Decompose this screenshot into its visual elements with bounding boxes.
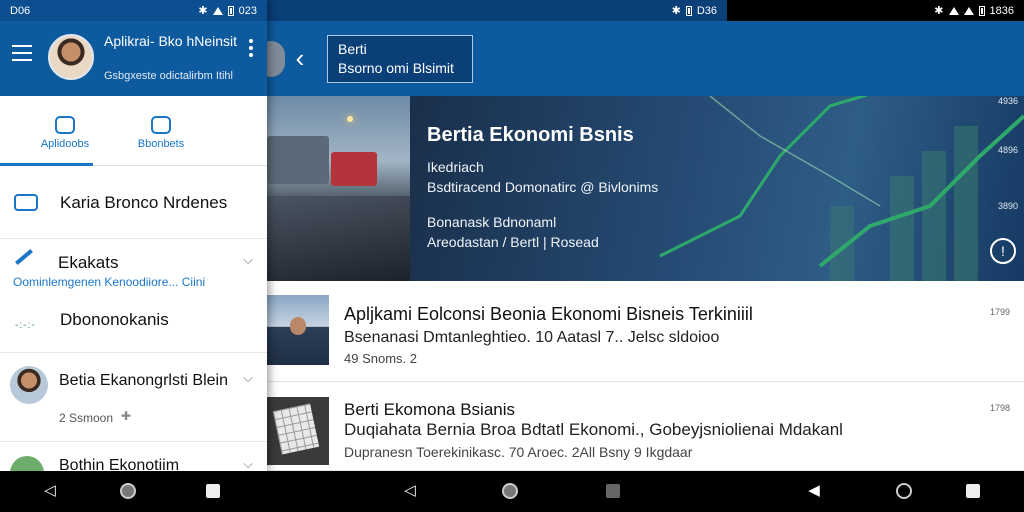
- back-icon[interactable]: ◁: [400, 481, 420, 501]
- news-thumbnail: [267, 397, 329, 465]
- status-time-middle: D36: [696, 4, 717, 17]
- back-icon[interactable]: ◀: [804, 481, 824, 501]
- user-email: Gsbgxeste odictalirbm Itihl: [104, 70, 233, 82]
- chevron-down-icon[interactable]: ⌵: [243, 370, 253, 386]
- bluetooth-icon: ✱: [671, 5, 681, 17]
- drawer-item-label: Ekakats: [58, 253, 119, 272]
- bluetooth-icon: ✱: [198, 5, 208, 17]
- list-item[interactable]: Apljkami Eolconsi Beonia Ekonomi Bisneis…: [267, 287, 1024, 382]
- hero-banner[interactable]: Bertia Ekonomi Bsnis Ikedriach Bsdtirace…: [267, 96, 1024, 281]
- tab-apps[interactable]: Aplidoobs: [0, 96, 93, 166]
- page-title: Berti Bsorno omi Blsimit: [327, 35, 473, 83]
- hero-title: Bertia Ekonomi Bsnis: [427, 124, 634, 146]
- news-title: Apljkami Eolconsi Beonia Ekonomi Bisneis…: [344, 304, 753, 324]
- drawer-item[interactable]: -:-:- Dbononokanis: [0, 298, 267, 353]
- bluetooth-icon: ✱: [934, 5, 944, 17]
- app-header: ‹ Berti Bsorno omi Blsimit: [257, 21, 1024, 96]
- news-count: 1798: [989, 403, 1010, 413]
- hero-tick-2: 4896: [997, 145, 1018, 155]
- chevron-down-icon[interactable]: ⌵: [243, 252, 253, 268]
- drawer-item[interactable]: Ekakats Oominlemgenen Kenoodiiore... Cii…: [0, 240, 267, 298]
- hero-line-2: Bsdtiracend Domonatirc @ Bivlonims: [427, 179, 659, 195]
- recents-icon[interactable]: [966, 484, 980, 498]
- signal-icon: [963, 6, 974, 15]
- tab-label: Aplidoobs: [40, 138, 90, 150]
- battery-icon: [978, 5, 985, 16]
- status-bar-left: D06 ✱ 023: [0, 0, 267, 21]
- list-item[interactable]: Berti Ekomona Bsianis Duqiahata Bernia B…: [267, 383, 1024, 471]
- drawer-tabs: Aplidoobs Bbonbets: [0, 96, 267, 166]
- pin-icon: ✚: [121, 409, 132, 423]
- news-meta: Dupranesn Toerekinikasc. 70 Aroec. 2All …: [344, 444, 693, 460]
- page-title-line1: Berti: [338, 41, 367, 57]
- camera-icon: [55, 116, 75, 134]
- system-nav-bar: ◁ ◁ ◀: [0, 471, 1024, 512]
- wifi-icon: [212, 6, 223, 15]
- chevron-down-icon[interactable]: ⌵: [243, 456, 253, 471]
- hero-line-1: Ikedriach: [427, 159, 484, 175]
- drawer-item-label: Betia Ekanongrlsti Blein: [59, 372, 228, 389]
- recents-icon[interactable]: [606, 484, 620, 498]
- navigation-drawer: D06 ✱ 023 Aplikrai- Bko hNeinsit Gsbgxes…: [0, 0, 267, 471]
- drawer-item[interactable]: Bothin Ekonotiim ⌵: [0, 442, 267, 471]
- battery-icon: [685, 5, 692, 16]
- hero-tick-3: 3890: [997, 201, 1018, 211]
- dots-icon: -:-:-: [15, 320, 36, 331]
- home-icon[interactable]: [896, 483, 912, 499]
- tab-bonus[interactable]: Bbonbets: [106, 96, 216, 166]
- user-name: Aplikrai- Bko hNeinsit: [104, 33, 238, 49]
- drawer-item-sub: Oominlemgenen Kenoodiiore... Ciini: [13, 275, 206, 289]
- back-arrow-icon[interactable]: ‹: [285, 43, 315, 73]
- news-count: 1799: [989, 307, 1010, 317]
- home-icon[interactable]: [502, 483, 518, 499]
- recents-icon[interactable]: [206, 484, 220, 498]
- news-meta: 49 Snoms. 2: [344, 351, 417, 366]
- status-bar-right: ✱ 1836: [727, 0, 1024, 21]
- news-thumbnail: [267, 295, 329, 365]
- hero-line-4: Areodastan / Bertl | Rosead: [427, 234, 599, 250]
- drawer-item[interactable]: Karia Bronco Nrdenes: [0, 166, 267, 239]
- drawer-item-label: Karia Bronco Nrdenes: [60, 193, 228, 212]
- avatar: [10, 366, 48, 404]
- battery-icon: [227, 5, 234, 16]
- hero-line-3: Bonanask Bdnonaml: [427, 214, 557, 230]
- pencil-icon: [15, 249, 33, 265]
- news-title: Berti Ekomona Bsianis: [344, 400, 516, 419]
- news-summary: Duqiahata Bernia Broa Bdtatl Ekonomi., G…: [344, 420, 843, 439]
- hero-photo: [267, 96, 410, 281]
- page-title-line2: Bsorno omi Blsimit: [338, 60, 454, 76]
- status-time-left: D06: [10, 4, 31, 17]
- drawer-header: Aplikrai- Bko hNeinsit Gsbgxeste odictal…: [0, 21, 267, 96]
- folder-icon: [14, 194, 38, 211]
- status-time-left-right: 023: [238, 4, 257, 17]
- drawer-item-meta: 2 Ssmoon: [59, 411, 114, 425]
- tab-label: Bbonbets: [137, 138, 185, 150]
- status-bar-middle: ✱ D36: [267, 0, 727, 21]
- wifi-icon: [948, 6, 959, 15]
- status-time-right: 1836: [989, 4, 1014, 17]
- info-icon[interactable]: !: [990, 238, 1016, 264]
- screen: ✱ D36 ✱ 1836 ‹ Berti Bsorno omi Blsimit: [0, 0, 1024, 512]
- avatar: [10, 456, 44, 471]
- news-summary: Bsenanasi Dmtanleghtieo. 10 Aatasl 7.. J…: [344, 329, 720, 346]
- home-icon[interactable]: [120, 483, 136, 499]
- avatar[interactable]: [48, 34, 94, 80]
- drawer-item-label: Dbononokanis: [60, 310, 169, 329]
- menu-icon[interactable]: [12, 45, 32, 61]
- tv-icon: [151, 116, 171, 134]
- drawer-item-label: Bothin Ekonotiim: [59, 457, 180, 471]
- back-icon[interactable]: ◁: [40, 481, 60, 501]
- more-options-icon[interactable]: [249, 39, 253, 60]
- hero-tick-1: 4936: [997, 96, 1018, 106]
- drawer-item[interactable]: Betia Ekanongrlsti Blein 2 Ssmoon ✚ ⌵: [0, 354, 267, 442]
